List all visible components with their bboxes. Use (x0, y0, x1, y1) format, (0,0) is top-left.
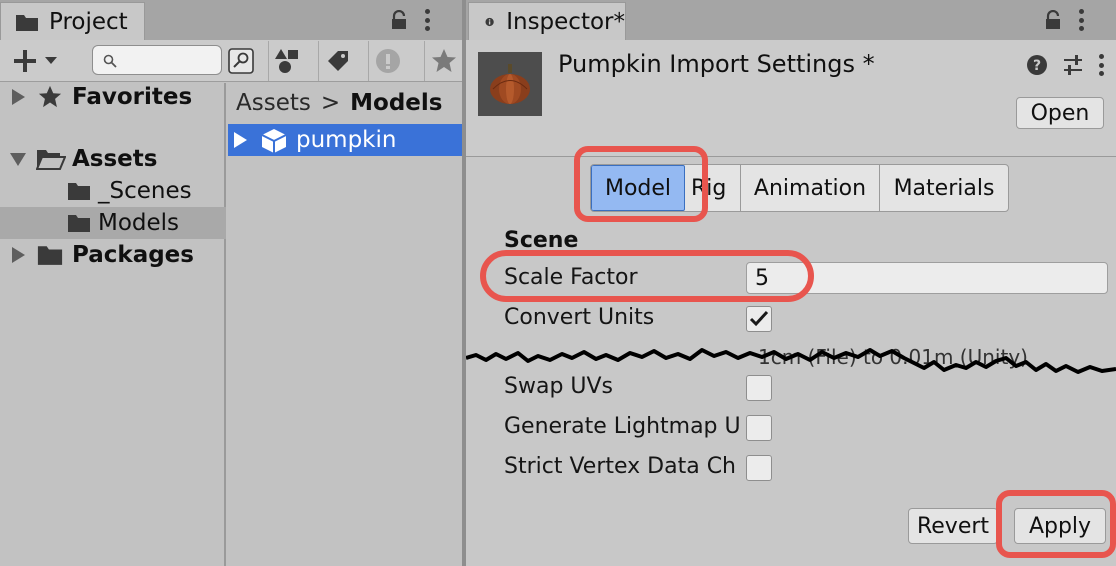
generate-lightmap-checkbox[interactable] (746, 415, 772, 441)
tree-item-packages[interactable]: Packages (0, 239, 226, 271)
tree-item-scenes[interactable]: _Scenes (0, 175, 226, 207)
inspector-title: Pumpkin Import Settings * (558, 50, 875, 78)
expand-arrow-icon[interactable] (12, 89, 25, 105)
scale-factor-input[interactable]: 5 (746, 262, 1108, 294)
chevron-down-icon (45, 57, 57, 64)
file-name: pumpkin (296, 127, 397, 153)
project-sidebar: Favorites Assets _Scenes Models Packages (0, 83, 226, 566)
apply-button[interactable]: Apply (1014, 508, 1106, 544)
help-icon[interactable]: ? (1026, 54, 1048, 76)
lock-icon[interactable] (390, 9, 408, 30)
section-title: Scene (504, 228, 579, 253)
model-prefab-icon (261, 129, 287, 153)
tag-icon (327, 51, 348, 71)
tree-item-favorites[interactable]: Favorites (0, 81, 226, 113)
inspector-tab[interactable]: Inspector* (468, 2, 626, 40)
search-input[interactable] (92, 45, 222, 75)
open-folder-icon (36, 150, 66, 170)
filter-by-label-button[interactable] (318, 41, 356, 81)
preset-sliders-icon[interactable] (1062, 54, 1084, 76)
more-options-icon[interactable] (1078, 9, 1084, 31)
folder-icon (68, 183, 90, 200)
add-button[interactable] (12, 46, 68, 76)
folder-icon (37, 246, 63, 265)
filter-by-type-button[interactable] (268, 41, 306, 81)
import-tabs: Model Rig Animation Materials (590, 164, 1009, 212)
list-item[interactable]: pumpkin (228, 124, 462, 156)
convert-units-checkbox[interactable] (746, 306, 772, 332)
more-options-icon[interactable] (424, 9, 430, 31)
asset-thumbnail (478, 52, 542, 116)
more-options-icon[interactable] (1098, 54, 1104, 76)
project-tab[interactable]: Project (0, 2, 145, 40)
svg-text:?: ? (1033, 58, 1041, 74)
info-icon (485, 17, 494, 26)
tab-animation[interactable]: Animation (741, 165, 880, 211)
collapse-arrow-icon[interactable] (10, 152, 26, 166)
tree-item-models[interactable]: Models (0, 207, 226, 239)
folder-icon (68, 215, 90, 232)
pumpkin-icon (490, 64, 530, 104)
inspector-header: Pumpkin Import Settings * ? Open (466, 40, 1116, 157)
info-icon (375, 49, 400, 73)
tab-rig[interactable]: Rig (685, 165, 741, 211)
revert-button[interactable]: Revert (908, 508, 998, 544)
tree-label: Assets (72, 146, 158, 172)
breadcrumb-current[interactable]: Models (350, 90, 442, 116)
breadcrumb-root[interactable]: Assets (236, 90, 311, 116)
star-icon (431, 49, 456, 72)
open-button[interactable]: Open (1016, 97, 1104, 129)
breadcrumb: Assets > Models (236, 87, 442, 119)
checkmark-icon (749, 310, 769, 327)
lock-icon[interactable] (1044, 9, 1062, 30)
convert-units-label: Convert Units (504, 305, 655, 330)
scale-factor-label: Scale Factor (504, 265, 638, 290)
tree-label: Favorites (72, 84, 193, 110)
generate-lightmap-label: Generate Lightmap U (504, 414, 741, 439)
strict-vertex-checkbox[interactable] (746, 455, 772, 481)
tree-label: Models (98, 210, 180, 236)
expand-arrow-icon[interactable] (12, 247, 25, 263)
project-tab-label: Project (49, 8, 128, 35)
inspector-panel: Inspector* Pumpkin Import Settings * ? O… (466, 0, 1116, 566)
tree-label: _Scenes (98, 178, 192, 204)
swap-uvs-label: Swap UVs (504, 374, 614, 399)
tree-label: Packages (72, 242, 194, 268)
shapes-icon (274, 49, 298, 73)
breadcrumb-separator: > (320, 90, 341, 116)
project-toolbar (0, 40, 462, 82)
tree-item-assets[interactable]: Assets (0, 143, 226, 175)
tab-materials[interactable]: Materials (880, 165, 1008, 211)
hide-packages-button[interactable] (368, 41, 406, 81)
search-icon (103, 53, 117, 72)
tab-model[interactable]: Model (591, 165, 685, 211)
project-tabbar: Project (0, 0, 462, 40)
inspector-tab-label: Inspector* (506, 8, 625, 35)
star-icon (38, 85, 62, 108)
popout-search-icon (228, 48, 254, 74)
search-by-type-button[interactable] (222, 41, 260, 81)
plus-icon (14, 50, 36, 72)
file-list: Assets > Models pumpkin (228, 83, 462, 566)
inspector-tabbar: Inspector* (466, 0, 1116, 40)
strict-vertex-label: Strict Vertex Data Ch (504, 454, 736, 479)
favorites-button[interactable] (424, 41, 462, 81)
swap-uvs-checkbox[interactable] (746, 375, 772, 401)
project-panel: Project Favorites Assets _Scenes Models … (0, 0, 462, 566)
expand-arrow-icon[interactable] (234, 132, 247, 148)
folder-icon (15, 12, 39, 32)
